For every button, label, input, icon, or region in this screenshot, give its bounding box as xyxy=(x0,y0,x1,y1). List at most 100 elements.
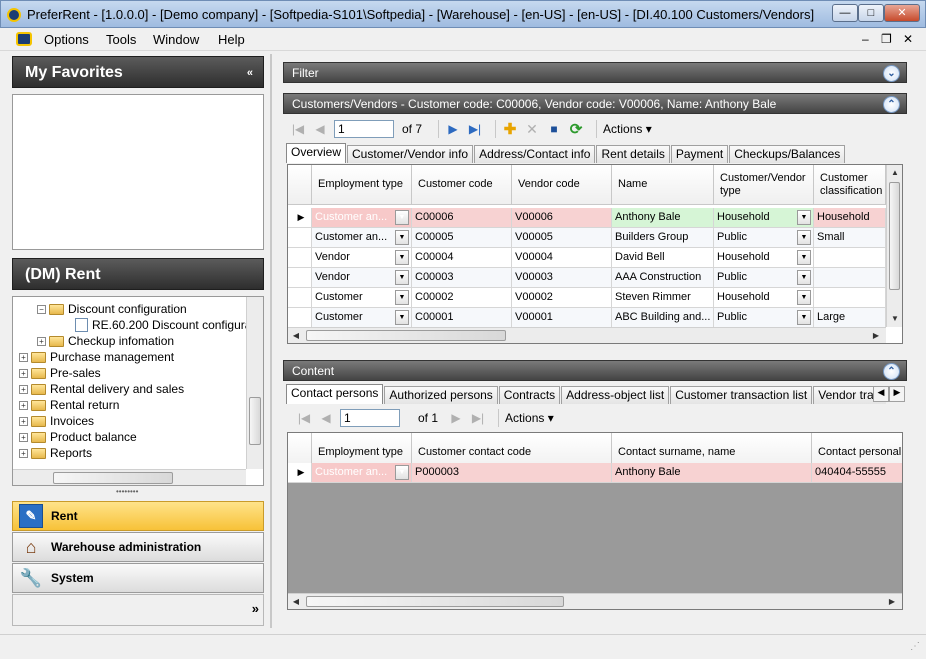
table-cell[interactable]: V00001 xyxy=(512,308,612,328)
dropdown-arrow-icon[interactable]: ▼ xyxy=(797,210,811,225)
tree-item-product-balance[interactable]: + Product balance xyxy=(19,429,137,445)
resize-grip-icon[interactable]: ⋰ xyxy=(910,641,920,652)
dropdown-arrow-icon[interactable]: ▼ xyxy=(797,230,811,245)
tree-item-invoices[interactable]: + Invoices xyxy=(19,413,94,429)
tree-item-rental-return[interactable]: + Rental return xyxy=(19,397,119,413)
table-cell[interactable]: Small xyxy=(814,228,886,248)
tab-rent-details[interactable]: Rent details xyxy=(596,145,670,163)
table-cell[interactable]: V00006 xyxy=(512,208,612,228)
tree-expander[interactable]: + xyxy=(19,432,28,442)
table-cell[interactable]: Household ▼ xyxy=(714,248,814,268)
column-header[interactable]: Name xyxy=(612,165,714,205)
table-cell[interactable]: C00006 xyxy=(412,208,512,228)
page-number-input[interactable]: 1 xyxy=(340,409,400,427)
table-cell[interactable]: ABC Building and... xyxy=(612,308,714,328)
tree-expander[interactable]: + xyxy=(19,384,28,394)
row-indicator[interactable] xyxy=(288,308,312,328)
table-cell[interactable]: Large xyxy=(814,308,886,328)
tab-customer-transaction-list[interactable]: Customer transaction list xyxy=(670,386,813,404)
expand-icon[interactable]: ⌄ xyxy=(883,65,900,82)
tab-address-contact-info[interactable]: Address/Contact info xyxy=(474,145,596,163)
panel-splitter[interactable]: •••••••• xyxy=(116,487,138,496)
dropdown-arrow-icon[interactable]: ▼ xyxy=(395,310,409,325)
tree-item-discount-configuration[interactable]: − Discount configuration xyxy=(37,301,187,317)
scroll-up-icon[interactable]: ▲ xyxy=(887,165,902,181)
column-header[interactable]: Customer/Vendor type xyxy=(714,165,814,205)
table-cell[interactable]: Builders Group xyxy=(612,228,714,248)
tab-contracts[interactable]: Contracts xyxy=(498,386,561,404)
tree-item-re-60-200[interactable]: RE.60.200 Discount configuratio xyxy=(75,317,263,333)
next-page-icon[interactable]: ▶ xyxy=(445,119,461,139)
last-page-icon[interactable]: ▶| xyxy=(467,119,483,139)
minimize-button[interactable]: — xyxy=(832,4,858,22)
nav-rent[interactable]: ✎ Rent xyxy=(12,501,264,531)
table-cell[interactable]: Customer ▼ xyxy=(312,308,412,328)
table-cell[interactable]: C00004 xyxy=(412,248,512,268)
row-indicator-icon[interactable]: ▶ xyxy=(288,463,312,483)
scroll-right-icon[interactable]: ▶ xyxy=(884,594,900,609)
tree-expander[interactable]: + xyxy=(37,336,46,346)
tree-expander[interactable]: + xyxy=(19,448,28,458)
table-cell[interactable] xyxy=(814,288,886,308)
table-cell[interactable]: Household ▼ xyxy=(714,288,814,308)
tree-expander[interactable]: + xyxy=(19,368,28,378)
prev-page-icon[interactable]: ◀ xyxy=(318,408,334,428)
table-cell[interactable]: Customer an... ▼ xyxy=(312,208,412,228)
dropdown-arrow-icon[interactable]: ▼ xyxy=(797,290,811,305)
nav-warehouse-administration[interactable]: ⌂ Warehouse administration xyxy=(12,532,264,562)
scroll-down-icon[interactable]: ▼ xyxy=(887,311,902,327)
dropdown-arrow-icon[interactable]: ▼ xyxy=(797,250,811,265)
menu-options[interactable]: Options xyxy=(44,32,89,47)
table-cell[interactable]: C00002 xyxy=(412,288,512,308)
table-cell[interactable]: Customer an... ▼ xyxy=(312,228,412,248)
row-indicator-icon[interactable]: ▶ xyxy=(288,208,312,228)
nav-system[interactable]: 🔧 System xyxy=(12,563,264,593)
dropdown-arrow-icon[interactable]: ▼ xyxy=(797,270,811,285)
tree-expander[interactable]: + xyxy=(19,400,28,410)
tab-scroll-left-icon[interactable]: ◀ xyxy=(873,386,889,402)
first-page-icon[interactable]: |◀ xyxy=(296,408,312,428)
table-cell[interactable]: C00001 xyxy=(412,308,512,328)
column-header[interactable]: Employment type xyxy=(312,165,412,205)
table-cell[interactable]: Vendor ▼ xyxy=(312,268,412,288)
scroll-thumb[interactable] xyxy=(306,596,564,607)
delete-icon[interactable]: ✕ xyxy=(524,119,540,139)
filter-panel-header[interactable]: Filter ⌄ xyxy=(283,62,907,83)
mdi-close-button[interactable]: ✕ xyxy=(903,32,913,46)
first-page-icon[interactable]: |◀ xyxy=(290,119,306,139)
table-cell[interactable]: Household ▼ xyxy=(714,208,814,228)
dropdown-arrow-icon[interactable]: ▼ xyxy=(395,250,409,265)
tab-authorized-persons[interactable]: Authorized persons xyxy=(384,386,498,404)
row-indicator[interactable] xyxy=(288,268,312,288)
collapse-icon[interactable]: ⌃ xyxy=(883,96,900,113)
tree-item-checkup-information[interactable]: + Checkup infomation xyxy=(37,333,174,349)
actions-dropdown[interactable]: Actions ▾ xyxy=(505,411,554,425)
table-cell[interactable]: Household xyxy=(814,208,886,228)
tab-payment[interactable]: Payment xyxy=(670,145,729,163)
scroll-left-icon[interactable]: ◀ xyxy=(288,328,304,343)
tab-checkups-balances[interactable]: Checkups/Balances xyxy=(729,145,846,163)
favorites-list[interactable] xyxy=(12,94,264,250)
page-number-input[interactable]: 1 xyxy=(334,120,394,138)
table-cell[interactable]: C00005 xyxy=(412,228,512,248)
customers-horizontal-scrollbar[interactable]: ◀ ▶ xyxy=(288,327,886,343)
table-cell[interactable]: Anthony Bale xyxy=(612,208,714,228)
maximize-button[interactable]: □ xyxy=(858,4,884,22)
scroll-thumb[interactable] xyxy=(889,182,900,290)
table-cell[interactable]: 040404-55555 xyxy=(812,463,902,483)
tab-address-object-list[interactable]: Address-object list xyxy=(561,386,670,404)
table-cell[interactable]: P000003 xyxy=(412,463,612,483)
column-header[interactable]: Vendor code xyxy=(512,165,612,205)
table-cell[interactable]: Public ▼ xyxy=(714,268,814,288)
table-cell[interactable]: V00004 xyxy=(512,248,612,268)
close-button[interactable]: ✕ xyxy=(884,4,920,22)
rent-tree[interactable]: − Discount configuration RE.60.200 Disco… xyxy=(12,296,264,486)
tree-expander[interactable]: + xyxy=(19,416,28,426)
menu-window[interactable]: Window xyxy=(153,32,199,47)
tab-contact-persons[interactable]: Contact persons xyxy=(286,384,384,404)
next-page-icon[interactable]: ▶ xyxy=(448,408,464,428)
customers-vertical-scrollbar[interactable]: ▲ ▼ xyxy=(886,165,902,327)
mdi-restore-button[interactable]: ❐ xyxy=(881,32,892,46)
table-cell[interactable]: David Bell xyxy=(612,248,714,268)
column-header[interactable]: Customer code xyxy=(412,165,512,205)
